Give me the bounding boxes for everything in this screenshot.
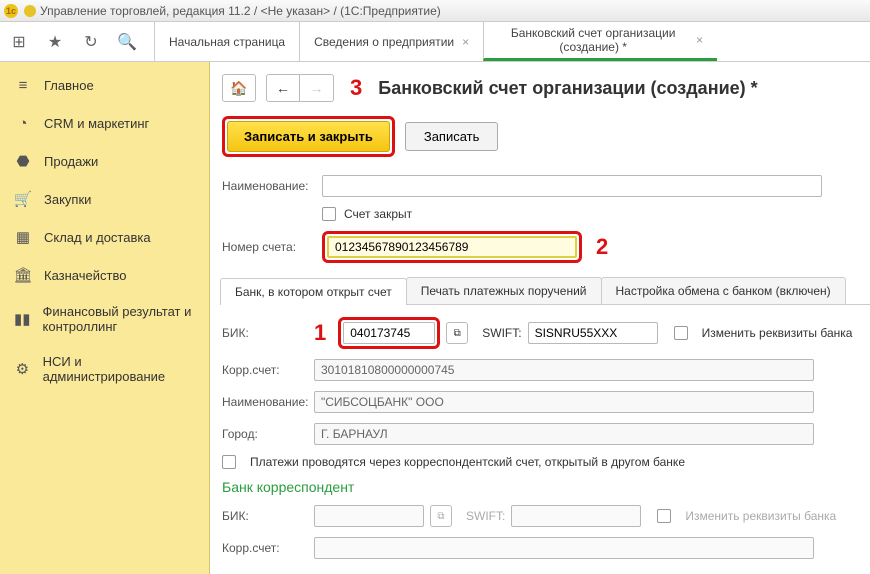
bik-label: БИК: [222, 326, 308, 340]
via-corr-checkbox[interactable] [222, 455, 236, 469]
save-close-button[interactable]: Записать и закрыть [227, 121, 390, 152]
sidebar-item-sales[interactable]: ⬣ Продажи [0, 142, 209, 180]
gear-icon: ⚙ [14, 360, 31, 378]
menu-icon: ≡ [14, 76, 32, 94]
swift-input[interactable] [528, 322, 658, 344]
edit-req2-checkbox[interactable] [657, 509, 671, 523]
sub-tabs: Банк, в котором открыт счет Печать плате… [220, 277, 870, 305]
edit-req-label: Изменить реквизиты банка [702, 326, 853, 340]
corr-bank-header: Банк корреспондент [222, 479, 870, 495]
city-input[interactable] [314, 423, 814, 445]
sidebar-item-label: Склад и доставка [44, 230, 151, 245]
sidebar-item-finance[interactable]: ▮▮ Финансовый результат и контроллинг [0, 294, 209, 344]
app-icon: 1c [4, 4, 18, 18]
name-input[interactable] [322, 175, 822, 197]
search-icon[interactable]: 🔍 [118, 33, 136, 51]
forward-button[interactable]: → [300, 74, 334, 102]
name-label: Наименование: [222, 179, 322, 193]
sidebar-item-label: CRM и маркетинг [44, 116, 149, 131]
window-title: Управление торговлей, редакция 11.2 / <Н… [40, 4, 441, 18]
tab-label: Начальная страница [169, 35, 285, 49]
sidebar-item-label: Закупки [44, 192, 91, 207]
tab-bank-account[interactable]: Банковский счет организации (создание) *… [483, 22, 717, 61]
account-label: Номер счета: [222, 240, 322, 254]
swift-label: SWIFT: [482, 326, 521, 340]
edit-req-checkbox[interactable] [674, 326, 688, 340]
annotation-frame-1 [338, 317, 440, 349]
cart-icon: 🛒 [14, 190, 32, 208]
pie-icon: ◔ [14, 114, 32, 132]
corr-label: Корр.счет: [222, 363, 308, 377]
grid-icon: ▦ [14, 228, 32, 246]
annotation-frame-2 [322, 231, 582, 263]
account-input[interactable] [327, 236, 577, 258]
close-icon[interactable]: × [462, 35, 469, 49]
tab-label: Сведения о предприятии [314, 35, 454, 49]
swift2-label: SWIFT: [466, 509, 505, 523]
home-button[interactable]: 🏠 [222, 74, 256, 102]
tab-label: Банковский счет организации (создание) * [498, 26, 688, 54]
sidebar-item-purchase[interactable]: 🛒 Закупки [0, 180, 209, 218]
tab-company[interactable]: Сведения о предприятии × [299, 22, 483, 61]
bankname-label: Наименование: [222, 395, 308, 409]
annotation-2: 2 [596, 234, 608, 260]
save-button[interactable]: Записать [405, 122, 499, 151]
city-label: Город: [222, 427, 308, 441]
sidebar-item-label: НСИ и администрирование [43, 354, 195, 384]
sidebar-item-label: Продажи [44, 154, 98, 169]
sidebar-item-label: Казначейство [44, 268, 126, 283]
annotation-3: 3 [350, 75, 362, 101]
tab-start[interactable]: Начальная страница [154, 22, 299, 61]
sidebar-item-treasury[interactable]: 🏛 Казначейство [0, 256, 209, 294]
corr2-label: Корр.счет: [222, 541, 308, 555]
edit-req2-label: Изменить реквизиты банка [685, 509, 836, 523]
sidebar-item-warehouse[interactable]: ▦ Склад и доставка [0, 218, 209, 256]
back-button[interactable]: ← [266, 74, 300, 102]
history-icon[interactable]: ↻ [82, 33, 100, 51]
sidebar-item-label: Главное [44, 78, 94, 93]
tag-icon: ⬣ [14, 152, 32, 170]
subtab-print[interactable]: Печать платежных поручений [406, 277, 602, 304]
corr2-input[interactable] [314, 537, 814, 559]
bankname-input[interactable] [314, 391, 814, 413]
via-corr-label: Платежи проводятся через корреспондентск… [250, 455, 685, 469]
annotation-1: 1 [314, 320, 326, 346]
annotation-frame-3: Записать и закрыть [222, 116, 395, 157]
bik-select-button[interactable]: ⧉ [446, 322, 468, 344]
bik-input[interactable] [343, 322, 435, 344]
subtab-bank[interactable]: Банк, в котором открыт счет [220, 278, 407, 305]
sidebar-item-main[interactable]: ≡ Главное [0, 66, 209, 104]
bik2-select-button[interactable]: ⧉ [430, 505, 452, 527]
corr-input[interactable] [314, 359, 814, 381]
closed-checkbox[interactable] [322, 207, 336, 221]
window-dot [24, 5, 36, 17]
swift2-input[interactable] [511, 505, 641, 527]
bank-icon: 🏛 [14, 266, 32, 284]
sidebar-item-admin[interactable]: ⚙ НСИ и администрирование [0, 344, 209, 394]
star-icon[interactable]: ★ [46, 33, 64, 51]
bik2-label: БИК: [222, 509, 308, 523]
top-tabs: Начальная страница Сведения о предприяти… [154, 22, 717, 61]
closed-label: Счет закрыт [344, 207, 412, 221]
subtab-exchange[interactable]: Настройка обмена с банком (включен) [601, 277, 846, 304]
content-area: 🏠 ← → 3 Банковский счет организации (соз… [210, 62, 870, 574]
window-titlebar: 1c Управление торговлей, редакция 11.2 /… [0, 0, 870, 22]
sidebar-item-crm[interactable]: ◔ CRM и маркетинг [0, 104, 209, 142]
bik2-input[interactable] [314, 505, 424, 527]
apps-icon[interactable]: ⊞ [10, 33, 28, 51]
sidebar: ≡ Главное ◔ CRM и маркетинг ⬣ Продажи 🛒 Заку… [0, 62, 210, 574]
sidebar-item-label: Финансовый результат и контроллинг [43, 304, 195, 334]
page-title: Банковский счет организации (создание) * [378, 78, 757, 99]
close-icon[interactable]: × [696, 33, 703, 47]
top-toolbar: ⊞ ★ ↻ 🔍 Начальная страница Сведения о пр… [0, 22, 870, 62]
bars-icon: ▮▮ [14, 310, 31, 328]
